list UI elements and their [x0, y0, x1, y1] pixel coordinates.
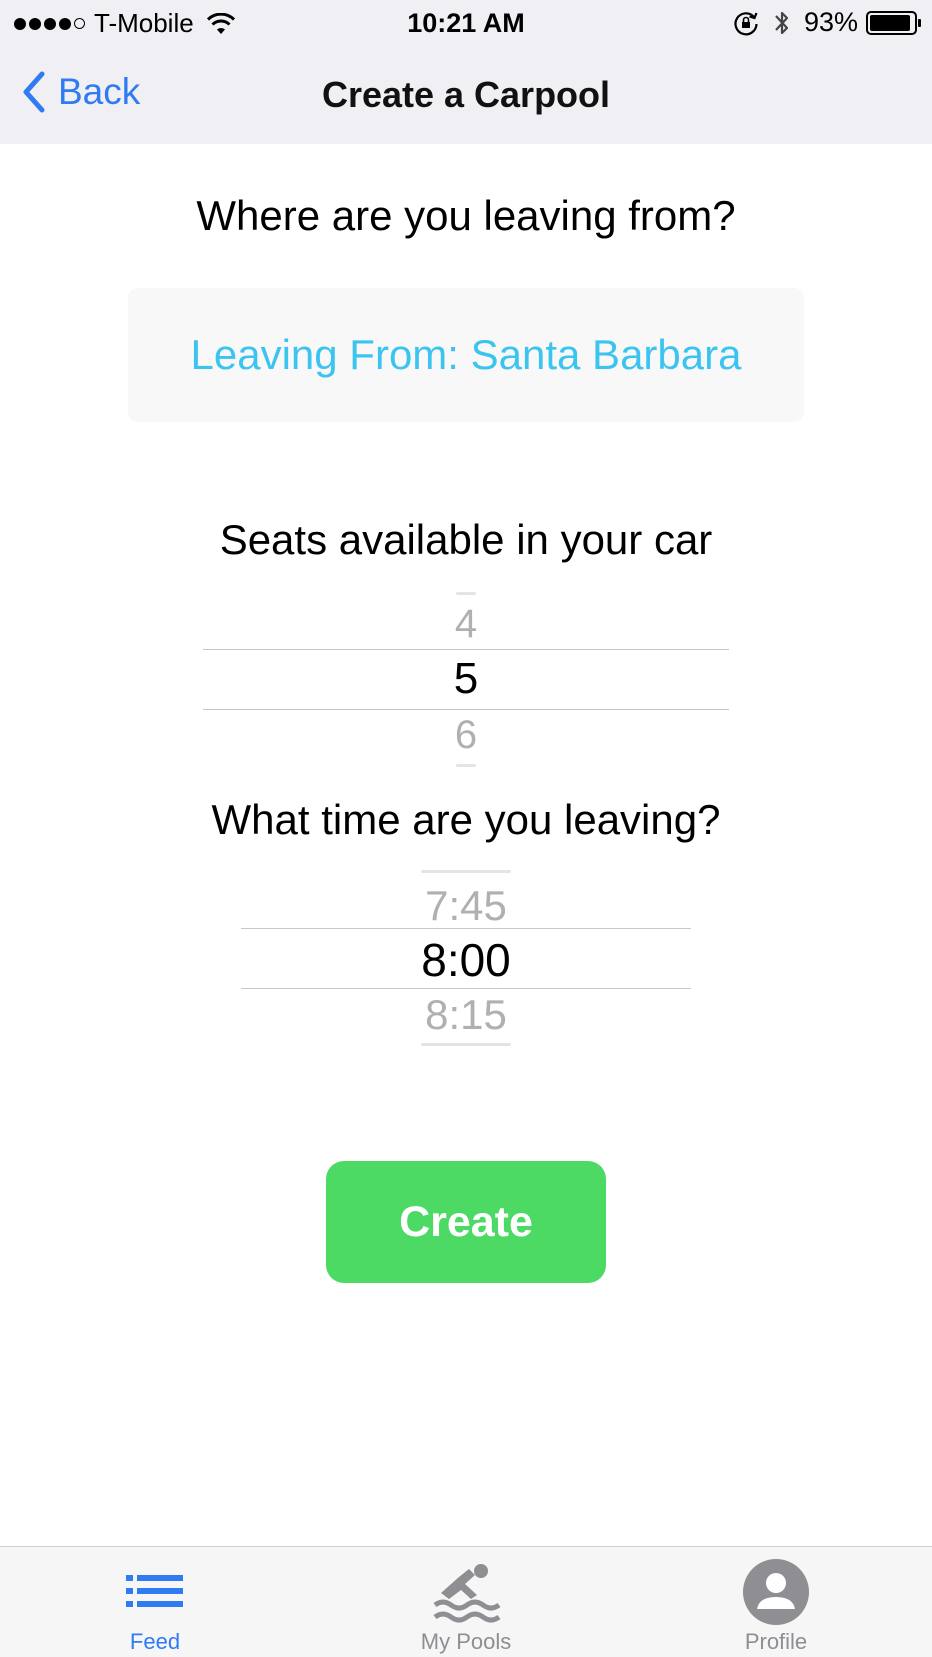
time-option-above[interactable]: 7:45 [241, 882, 691, 930]
seats-heading: Seats available in your car [219, 516, 713, 563]
battery-percent: 93% [803, 7, 858, 37]
time-option-selected[interactable]: 8:00 [241, 933, 691, 987]
battery-icon [866, 10, 921, 35]
status-right: 93% [732, 7, 922, 38]
tab-bar: Feed My Pools Profile [0, 1546, 932, 1657]
tab-profile[interactable]: Profile [656, 1547, 896, 1657]
status-bar: T-Mobile 10:21 AM 93% [0, 0, 932, 46]
create-button[interactable]: Create [326, 1161, 606, 1283]
seats-option-above[interactable]: 4 [203, 602, 729, 647]
list-icon [126, 1575, 183, 1607]
navigation-bar: Back Create a Carpool [0, 46, 932, 144]
page-title: Create a Carpool [321, 74, 611, 115]
tab-my-pools-label: My Pools [420, 1629, 512, 1654]
time-heading: What time are you leaving? [211, 796, 721, 843]
user-icon [743, 1559, 809, 1625]
tab-feed[interactable]: Feed [35, 1547, 275, 1657]
origin-heading: Where are you leaving from? [196, 192, 736, 239]
tab-profile-label: Profile [744, 1629, 808, 1654]
leaving-from-button[interactable]: Leaving From: Santa Barbara [128, 288, 804, 422]
seats-option-selected[interactable]: 5 [203, 654, 729, 704]
seats-option-below[interactable]: 6 [203, 713, 729, 758]
time-picker[interactable]: 7:45 8:00 8:15 [241, 868, 691, 1048]
tab-my-pools[interactable]: My Pools [346, 1547, 586, 1657]
seats-picker[interactable]: 4 5 6 [203, 590, 729, 770]
time-option-below[interactable]: 8:15 [241, 991, 691, 1039]
tab-feed-label: Feed [129, 1629, 181, 1654]
bluetooth-icon [775, 11, 789, 34]
swimmer-icon [433, 1564, 501, 1623]
rotation-lock-icon [734, 11, 758, 35]
